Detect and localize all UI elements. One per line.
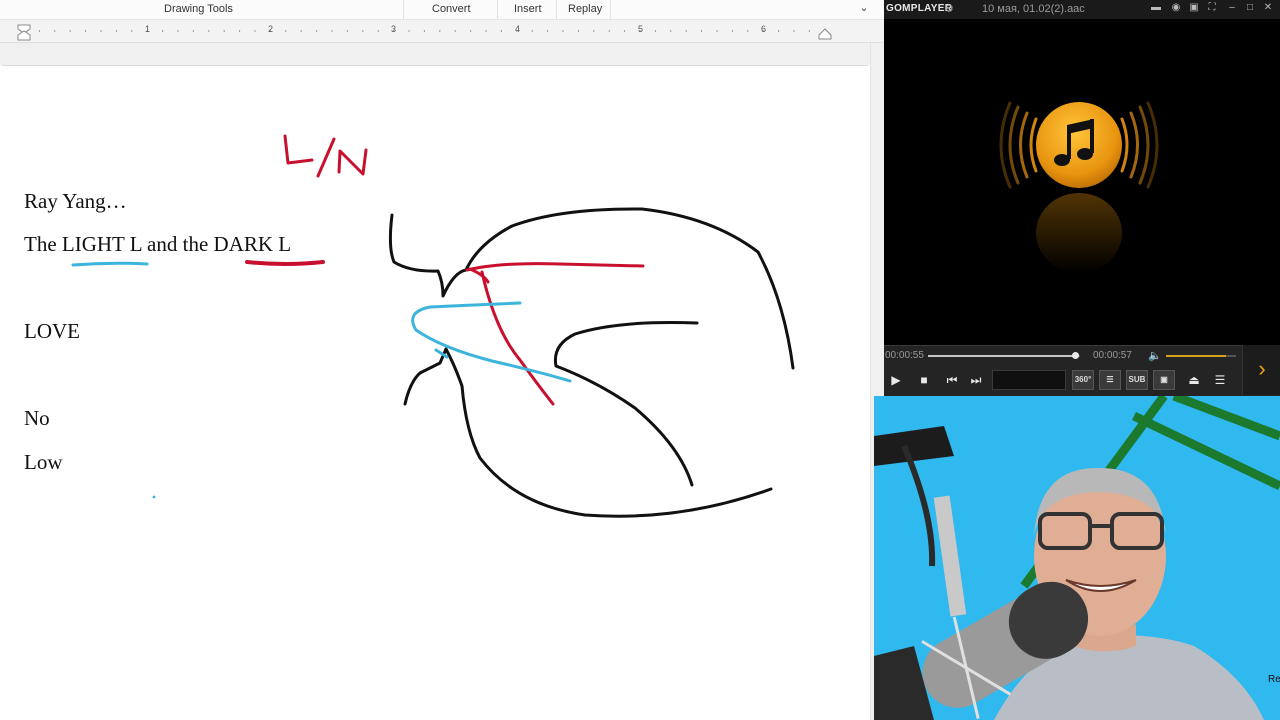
- minimize-to-tray-icon[interactable]: ▬: [1148, 2, 1164, 13]
- mouth-profile-sketch: [388, 207, 795, 518]
- dark-l-tongue-stroke: [465, 262, 645, 406]
- broadcast-icon[interactable]: ◉: [1168, 2, 1184, 13]
- control-panel-icon[interactable]: ☰: [1099, 370, 1121, 390]
- eject-icon[interactable]: ⏏: [1184, 370, 1204, 390]
- seek-bar[interactable]: [928, 352, 1080, 359]
- pin-icon[interactable]: ▣: [1186, 2, 1202, 13]
- volume-slider-fill: [1166, 355, 1226, 357]
- light-l-tongue-stroke: [411, 301, 572, 383]
- blue-ink-dot: [152, 495, 156, 499]
- previous-icon[interactable]: ⏮: [942, 370, 962, 390]
- chevron-right-icon[interactable]: ›: [1242, 345, 1280, 395]
- gom-player-window: GOMPLAYER ⚙ 10 мая, 01.02(2).aac ▬ ◉ ▣ ⛶…: [884, 0, 1280, 396]
- webcam-scene: Re: [874, 396, 1280, 720]
- light-underline-stroke: [71, 261, 149, 267]
- player-control-bar: 00:00:55 00:00:57 🔈 ▶ ■ ⏮ ⏭ 360° ☰ SUB ▣…: [884, 345, 1280, 396]
- ink-drawing-layer[interactable]: [0, 0, 884, 720]
- volume-slider[interactable]: [1166, 355, 1236, 357]
- vr-360-button[interactable]: 360°: [1072, 370, 1094, 390]
- play-icon[interactable]: ▶: [886, 370, 906, 390]
- player-title-bar[interactable]: GOMPLAYER ⚙ 10 мая, 01.02(2).aac ▬ ◉ ▣ ⛶…: [884, 0, 1280, 19]
- webcam-feed: Re: [874, 396, 1280, 720]
- stop-icon[interactable]: ■: [914, 370, 934, 390]
- gom-player-logo[interactable]: GOMPLAYER: [886, 3, 952, 14]
- dark-underline-stroke: [245, 260, 325, 266]
- gear-icon[interactable]: ⚙: [944, 2, 954, 15]
- volume-icon[interactable]: 🔈: [1148, 349, 1162, 362]
- playback-info-box: [992, 370, 1066, 390]
- minimize-icon[interactable]: –: [1224, 2, 1240, 13]
- maximize-icon[interactable]: □: [1242, 2, 1258, 13]
- word-document-window: Drawing Tools Convert Insert Replay ⌄ 1 …: [0, 0, 884, 720]
- subtitle-button[interactable]: SUB: [1126, 370, 1148, 390]
- seek-bar-fill: [928, 355, 1075, 357]
- camera-icon[interactable]: ▣: [1153, 370, 1175, 390]
- player-filename: 10 мая, 01.02(2).aac: [982, 3, 1085, 15]
- close-icon[interactable]: ✕: [1260, 2, 1276, 13]
- seek-bar-handle[interactable]: [1071, 352, 1079, 359]
- time-elapsed: 00:00:55: [885, 350, 924, 361]
- menu-icon[interactable]: ☰: [1210, 370, 1230, 390]
- time-total: 00:00:57: [1093, 350, 1132, 361]
- player-video-area[interactable]: [884, 19, 1280, 345]
- fullscreen-icon[interactable]: ⛶: [1204, 2, 1220, 13]
- audio-visual-icon: [999, 101, 1159, 273]
- handwritten-label-l-n: [283, 134, 368, 178]
- next-icon[interactable]: ⏭: [966, 370, 986, 390]
- webcam-corner-text: Re: [1268, 674, 1280, 685]
